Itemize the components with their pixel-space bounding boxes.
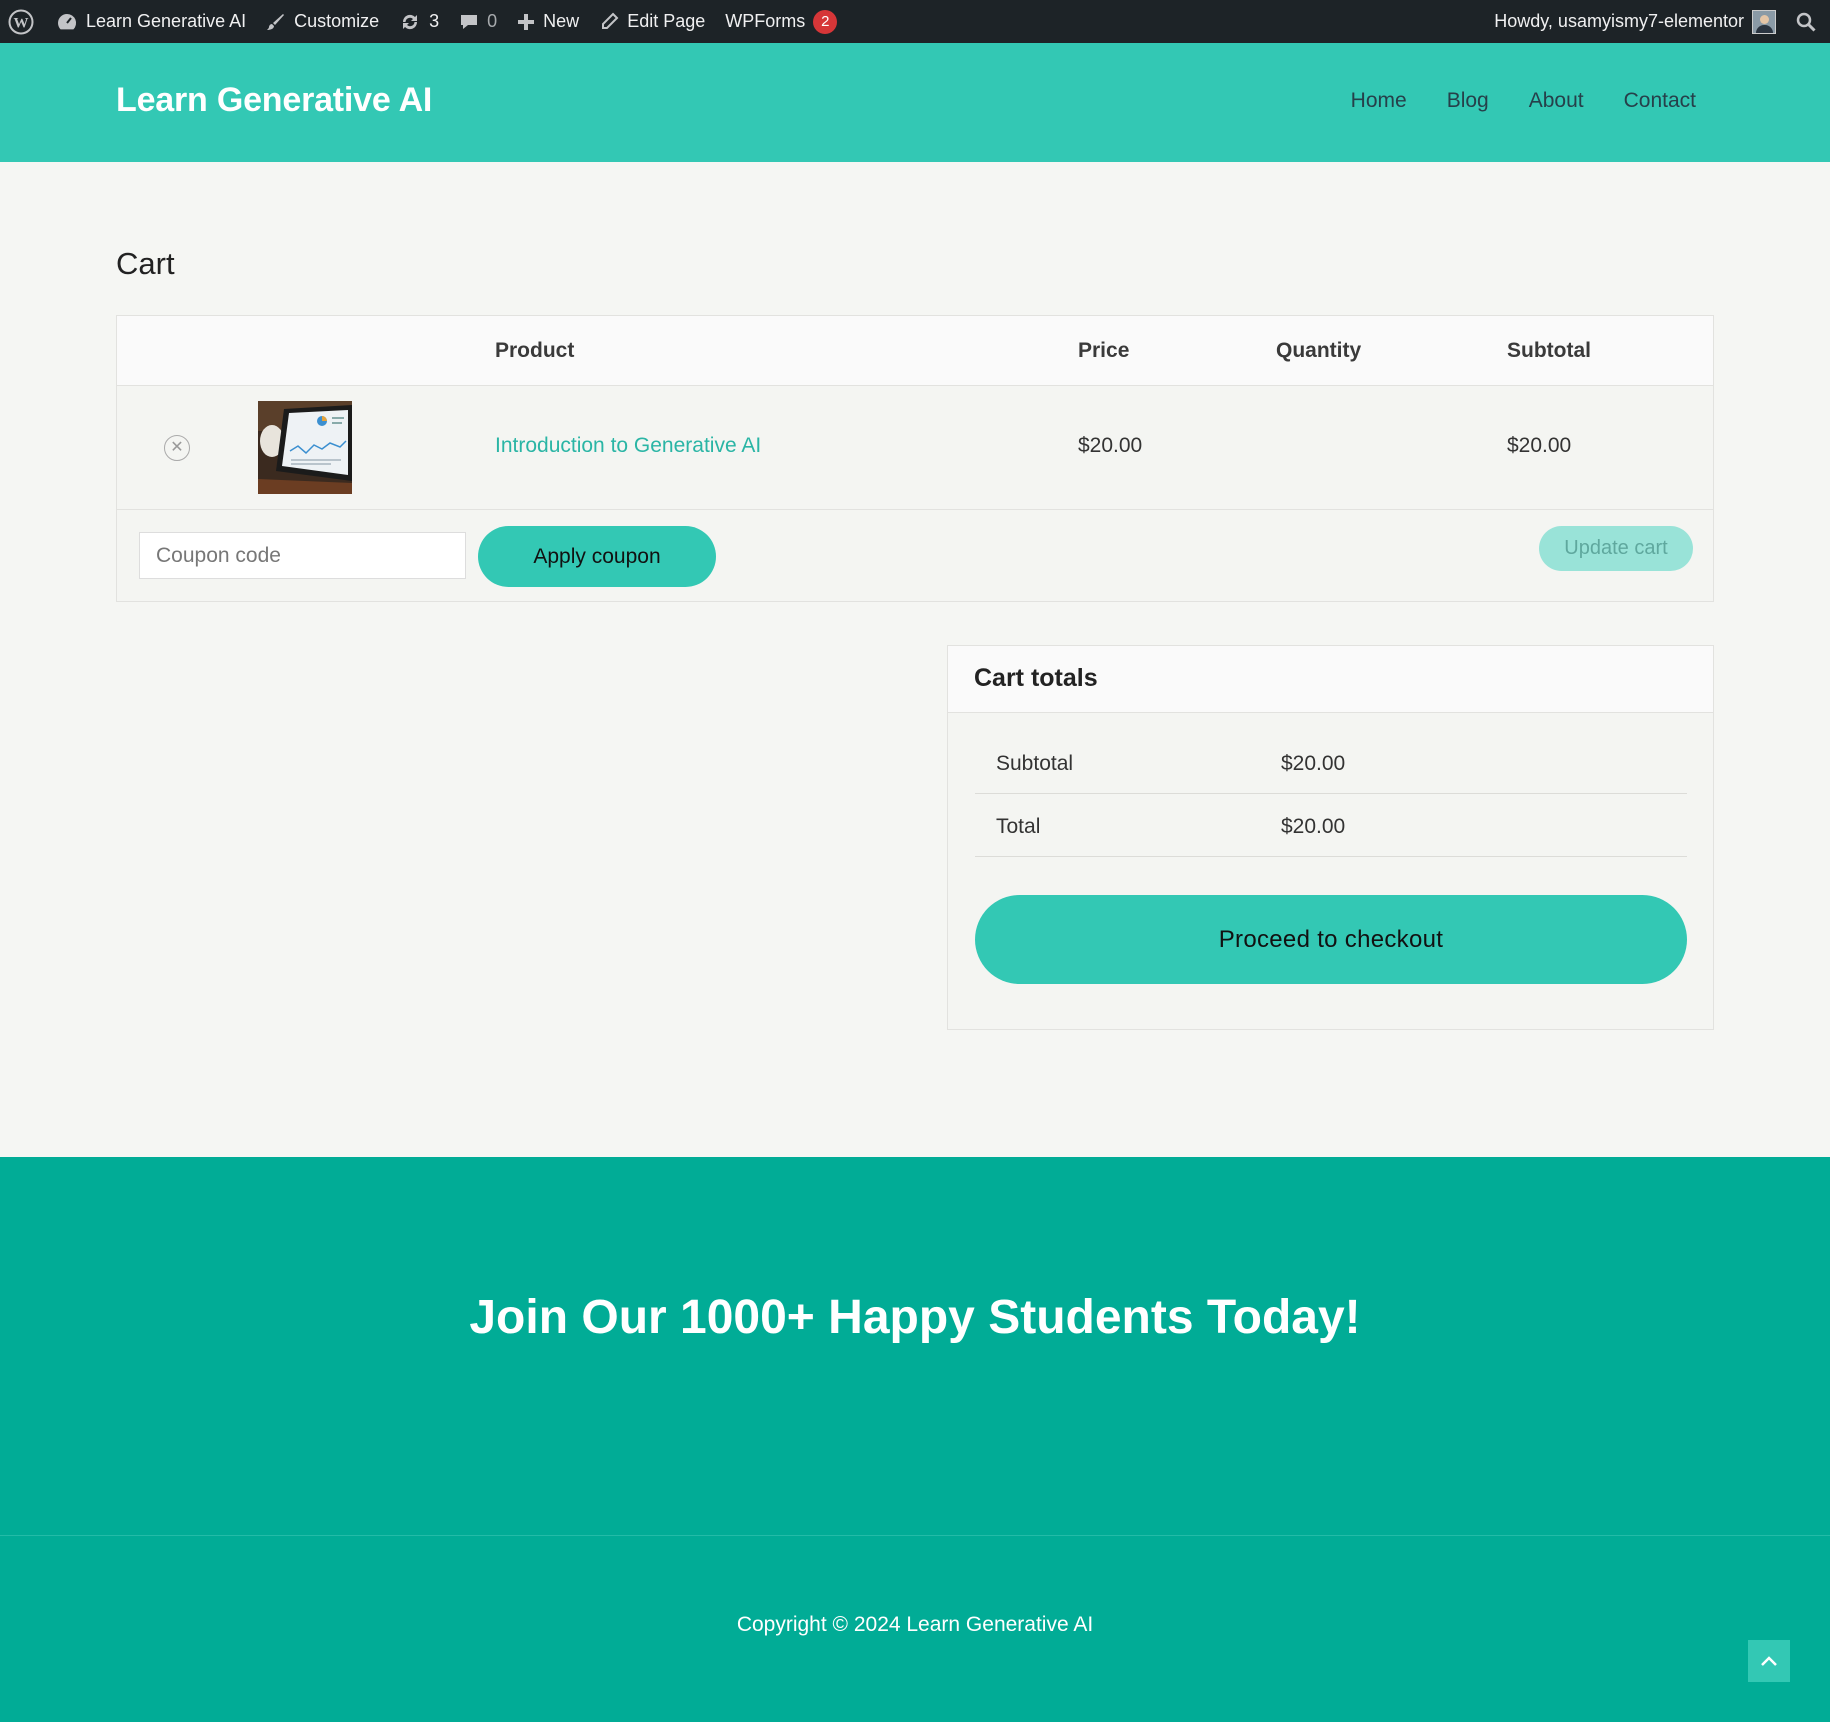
cart-totals-title: Cart totals <box>974 664 1098 692</box>
cart-totals-header: Cart totals <box>948 646 1713 713</box>
user-avatar <box>1752 9 1776 34</box>
product-thumbnail[interactable] <box>258 401 352 494</box>
admin-wpforms-link[interactable]: WPForms 2 <box>715 0 847 43</box>
cart-table: Product Price Quantity Subtotal ✕ Introd… <box>116 315 1714 602</box>
table-row: ✕ Introduction to Generative AI $20.00 $… <box>117 386 1713 510</box>
column-header-product: Product <box>495 339 575 362</box>
chevron-up-icon <box>1761 1656 1777 1666</box>
svg-text:W: W <box>14 15 29 31</box>
nav-contact[interactable]: Contact <box>1624 89 1696 113</box>
column-header-price: Price <box>1078 339 1130 362</box>
admin-search-button[interactable] <box>1786 0 1830 43</box>
admin-edit-page-label: Edit Page <box>627 11 706 31</box>
totals-subtotal-value: $20.00 <box>1281 752 1346 775</box>
main-navigation: Home Blog About Contact <box>1351 89 1696 113</box>
nav-about[interactable]: About <box>1529 89 1584 113</box>
admin-customize-link[interactable]: Customize <box>256 0 389 43</box>
column-header-subtotal: Subtotal <box>1507 339 1591 362</box>
coupon-code-input[interactable] <box>139 532 466 579</box>
proceed-to-checkout-button[interactable]: Proceed to checkout <box>975 895 1687 984</box>
nav-blog[interactable]: Blog <box>1447 89 1489 113</box>
apply-coupon-button[interactable]: Apply coupon <box>478 526 716 587</box>
remove-item-button[interactable]: ✕ <box>164 435 190 461</box>
admin-site-name: Learn Generative AI <box>86 11 247 31</box>
admin-howdy-text: Howdy, usamyismy7-elementor <box>1494 11 1744 31</box>
totals-row-subtotal: Subtotal $20.00 <box>975 731 1687 794</box>
admin-new-link[interactable]: New <box>507 0 589 43</box>
pencil-icon <box>602 12 619 29</box>
admin-comments-link[interactable]: 0 <box>449 0 507 43</box>
cart-totals: Cart totals Subtotal $20.00 Total $20.00… <box>947 645 1714 1030</box>
admin-updates-link[interactable]: 3 <box>389 0 449 43</box>
paintbrush-icon <box>267 13 285 30</box>
scroll-to-top-button[interactable] <box>1748 1640 1790 1682</box>
site-header: Learn Generative AI Home Blog About Cont… <box>0 43 1830 162</box>
copyright-text: Copyright © 2024 Learn Generative AI <box>736 1613 1094 1636</box>
totals-row-total: Total $20.00 <box>975 794 1687 857</box>
admin-account-link[interactable]: Howdy, usamyismy7-elementor <box>1484 0 1786 43</box>
column-header-quantity: Quantity <box>1276 339 1362 362</box>
admin-comments-count: 0 <box>487 11 498 31</box>
product-price: $20.00 <box>1078 434 1143 457</box>
product-subtotal: $20.00 <box>1507 434 1572 457</box>
nav-home[interactable]: Home <box>1351 89 1407 113</box>
product-name-link[interactable]: Introduction to Generative AI <box>495 434 761 458</box>
admin-bar: W Learn Generative AI Customize 3 0 New … <box>0 0 1830 43</box>
updates-icon <box>403 14 418 29</box>
admin-new-label: New <box>543 11 580 31</box>
totals-total-value: $20.00 <box>1281 815 1346 838</box>
admin-wpforms-label: WPForms <box>725 11 806 31</box>
admin-customize-label: Customize <box>294 11 380 31</box>
dashboard-icon <box>58 13 77 29</box>
search-icon <box>1796 12 1816 32</box>
cta-heading: Join Our 1000+ Happy Students Today! <box>469 1291 1361 1344</box>
admin-updates-count: 3 <box>429 11 440 31</box>
wordpress-logo-icon[interactable]: W <box>0 0 46 43</box>
admin-edit-page-link[interactable]: Edit Page <box>589 0 715 43</box>
page-title: Cart <box>116 246 175 281</box>
update-cart-button[interactable]: Update cart <box>1539 526 1693 571</box>
wpforms-notification-badge: 2 <box>813 9 838 34</box>
site-title[interactable]: Learn Generative AI <box>116 81 432 120</box>
plus-icon <box>518 13 535 30</box>
totals-subtotal-label: Subtotal <box>996 752 1074 775</box>
cart-table-header: Product Price Quantity Subtotal <box>117 316 1713 386</box>
comment-icon <box>461 14 478 29</box>
cta-section: Join Our 1000+ Happy Students Today! <box>0 1157 1830 1536</box>
admin-site-link[interactable]: Learn Generative AI <box>46 0 256 43</box>
site-footer: Copyright © 2024 Learn Generative AI <box>0 1536 1830 1722</box>
close-icon: ✕ <box>170 439 184 456</box>
totals-total-label: Total <box>996 815 1041 838</box>
